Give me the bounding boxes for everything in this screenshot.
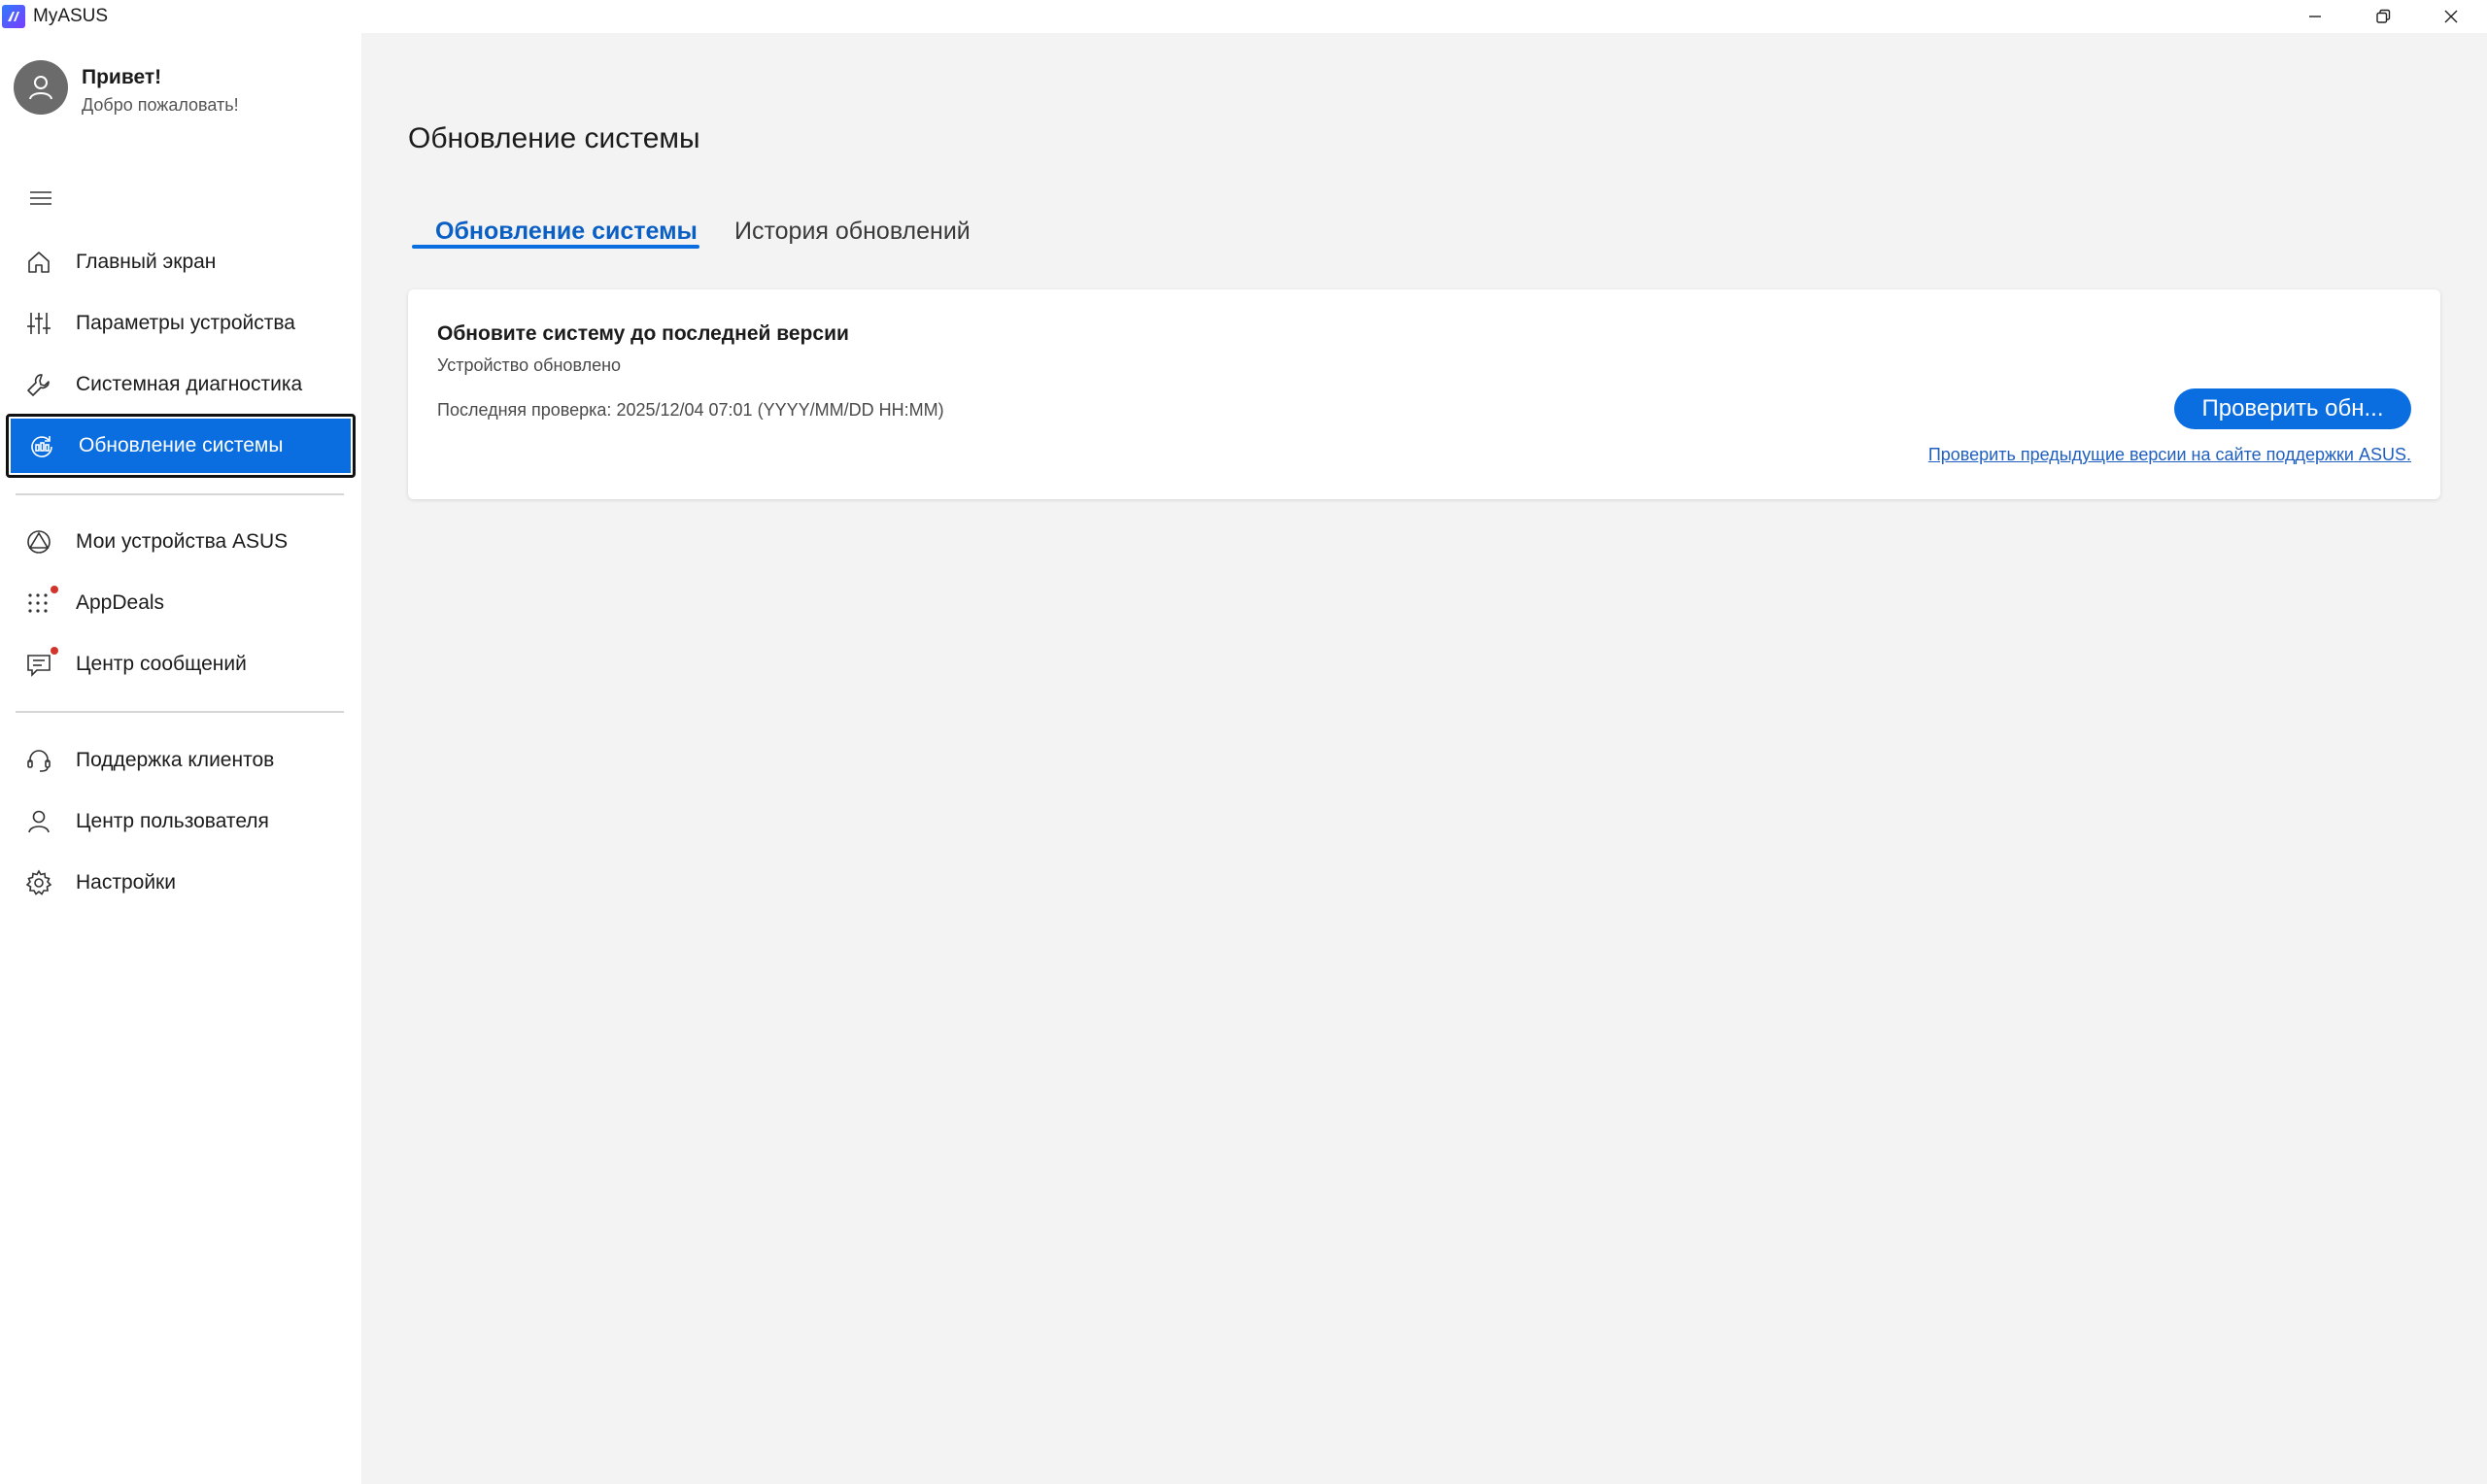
minimize-button[interactable]	[2281, 0, 2349, 33]
title-bar: MyASUS	[0, 0, 2487, 33]
sidebar-item-label: Главный экран	[76, 251, 217, 273]
home-icon	[25, 249, 52, 276]
sidebar-item-label: Центр сообщений	[76, 653, 247, 675]
main-content: Обновление системы Обновление системы Ис…	[361, 33, 2487, 1484]
devices-icon	[25, 528, 52, 556]
menu-toggle-button[interactable]	[21, 179, 60, 218]
sidebar-item-label: Параметры устройства	[76, 312, 295, 334]
tab-update-history[interactable]: История обновлений	[734, 208, 971, 254]
myasus-window: MyASUS Привет! Добро пожаловать! Главный…	[0, 0, 2487, 1484]
tab-selected-indicator	[412, 245, 699, 249]
sidebar-item-label: Мои устройства ASUS	[76, 530, 289, 553]
sidebar-item-label: Обновление системы	[79, 434, 284, 456]
sidebar-item-message-center[interactable]: Центр сообщений	[10, 635, 352, 693]
headset-icon	[25, 747, 52, 774]
last-check-text: Последняя проверка: 2025/12/04 07:01 (YY…	[437, 400, 944, 420]
support-site-link[interactable]: Проверить предыдущие версии на сайте под…	[1928, 445, 2411, 465]
sliders-icon	[25, 310, 52, 337]
gear-icon	[25, 869, 52, 896]
sidebar: Привет! Добро пожаловать! Главный экран	[0, 33, 361, 1484]
restore-icon	[2376, 9, 2391, 23]
check-updates-button[interactable]: Проверить обн...	[2174, 388, 2411, 429]
sidebar-item-system-update[interactable]: Обновление системы	[6, 414, 356, 478]
sidebar-item-my-devices[interactable]: Мои устройства ASUS	[10, 513, 352, 571]
sidebar-item-user-center[interactable]: Центр пользователя	[10, 793, 352, 851]
hamburger-icon	[30, 191, 51, 205]
update-card-title: Обновите систему до последней версии	[437, 322, 849, 345]
notification-badge	[51, 647, 58, 655]
window-title: MyASUS	[33, 6, 109, 26]
user-icon	[25, 808, 52, 835]
update-icon	[28, 433, 55, 460]
user-profile[interactable]: Привет! Добро пожаловать!	[14, 60, 344, 118]
sidebar-item-appdeals[interactable]: AppDeals	[10, 574, 352, 632]
message-icon	[25, 651, 52, 678]
notification-badge	[51, 586, 58, 593]
sidebar-item-label: Поддержка клиентов	[76, 749, 275, 771]
person-icon	[29, 76, 52, 100]
myasus-logo-icon	[2, 5, 25, 28]
sidebar-item-label: Системная диагностика	[76, 373, 303, 395]
sidebar-item-label: Настройки	[76, 871, 176, 894]
minimize-icon	[2309, 16, 2321, 17]
sidebar-item-label: AppDeals	[76, 591, 165, 614]
wrench-icon	[25, 371, 52, 398]
welcome-text: Добро пожаловать!	[82, 95, 239, 115]
update-status-text: Устройство обновлено	[437, 355, 622, 375]
sidebar-divider	[16, 711, 344, 713]
avatar[interactable]	[14, 60, 68, 115]
apps-grid-icon	[25, 590, 52, 617]
sidebar-item-home[interactable]: Главный экран	[10, 233, 352, 291]
sidebar-item-device-settings[interactable]: Параметры устройства	[10, 294, 352, 353]
sidebar-item-label: Центр пользователя	[76, 810, 269, 832]
greeting-text: Привет!	[82, 66, 162, 88]
close-button[interactable]	[2417, 0, 2485, 33]
sidebar-item-settings[interactable]: Настройки	[10, 854, 352, 912]
page-title: Обновление системы	[408, 122, 700, 154]
sidebar-item-diagnostics[interactable]: Системная диагностика	[10, 355, 352, 414]
close-icon	[2444, 10, 2458, 23]
update-card: Обновите систему до последней версии Уст…	[408, 289, 2440, 499]
sidebar-item-customer-support[interactable]: Поддержка клиентов	[10, 731, 352, 790]
restore-button[interactable]	[2349, 0, 2417, 33]
sidebar-divider	[16, 493, 344, 495]
